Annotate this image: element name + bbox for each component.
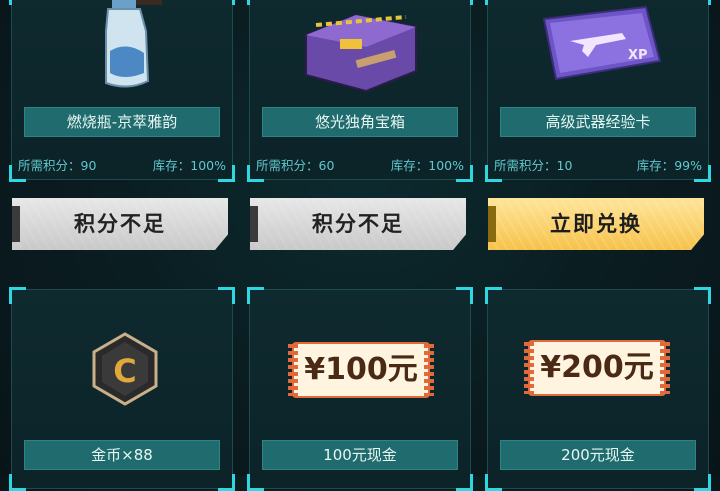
molotov-bottle-icon	[105, 0, 162, 88]
coin-letter: C	[113, 352, 136, 390]
points-required: 所需积分：90	[18, 158, 97, 173]
insufficient-points-button[interactable]: 积分不足	[250, 198, 466, 250]
button-label: 积分不足	[312, 212, 404, 236]
cash-voucher-200: ¥200元	[524, 340, 670, 396]
stock-level: 库存：100%	[152, 158, 226, 173]
reward-card-cash-200: ¥200元 200元现金	[485, 287, 711, 491]
item-name: 燃烧瓶-京萃雅韵	[24, 107, 220, 137]
xp-label: XP	[628, 48, 648, 63]
stock-level: 库存：100%	[390, 158, 464, 173]
redeem-now-button[interactable]: 立即兑换	[488, 198, 704, 250]
item-name: 100元现金	[262, 440, 458, 470]
item-name: 悠光独角宝箱	[262, 107, 458, 137]
reward-card-coins: C 金币×88	[9, 287, 235, 491]
item-name: 金币×88	[24, 440, 220, 470]
points-required: 所需积分：60	[256, 158, 335, 173]
item-name: 高级武器经验卡	[500, 107, 696, 137]
reward-card-chest: 悠光独角宝箱 所需积分：60 库存：100%	[247, 0, 473, 182]
reward-card-molotov: 燃烧瓶-京萃雅韵 所需积分：90 库存：100%	[9, 0, 235, 182]
item-name: 200元现金	[500, 440, 696, 470]
button-label: 积分不足	[74, 212, 166, 236]
treasure-chest-icon	[305, 13, 417, 93]
voucher-amount: ¥100元	[304, 352, 418, 387]
cash-voucher-100: ¥100元	[288, 342, 434, 398]
xp-card-icon: XP	[542, 5, 662, 81]
button-label: 立即兑换	[550, 212, 642, 236]
stock-level: 库存：99%	[636, 158, 702, 173]
insufficient-points-button[interactable]: 积分不足	[12, 198, 228, 250]
voucher-amount: ¥200元	[540, 350, 654, 385]
reward-card-xp: XP 高级武器经验卡 所需积分：10 库存：99%	[485, 0, 711, 182]
points-required: 所需积分：10	[494, 158, 573, 173]
coin-badge-icon: C	[92, 332, 158, 406]
reward-card-cash-100: ¥100元 100元现金	[247, 287, 473, 491]
